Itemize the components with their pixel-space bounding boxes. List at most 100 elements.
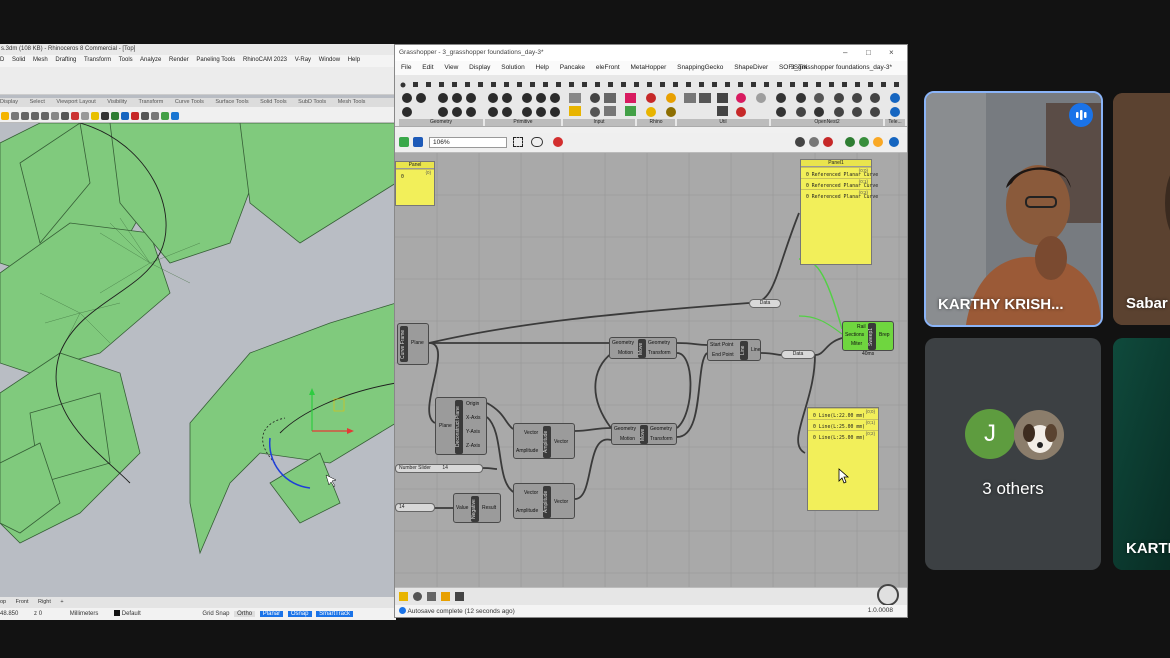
car-icon[interactable] (81, 112, 89, 120)
camera-icon[interactable] (455, 592, 464, 601)
participant-tile-sabar[interactable]: Sabar (1113, 93, 1170, 325)
ribbon-group-opennest2[interactable]: OpenNest2 (771, 119, 883, 126)
input-miter[interactable]: Miter (851, 341, 862, 347)
panel-small[interactable]: Panel {0} 0 (395, 161, 435, 206)
input-plane[interactable]: Plane (439, 423, 452, 429)
planar-toggle[interactable]: Planar (259, 611, 284, 617)
gh-canvas[interactable]: Panel {0} 0 Panel1 {0;0} 0 Referenced Pl… (395, 153, 907, 587)
rhino-menu-item[interactable]: Paneling Tools (196, 57, 235, 63)
rhino-tab[interactable]: Surface Tools (215, 99, 248, 105)
rhino-menu-item[interactable]: V-Ray (295, 57, 311, 63)
pen-icon[interactable] (427, 592, 436, 601)
layer-icon[interactable] (151, 112, 159, 120)
rhino-top-viewport[interactable] (0, 122, 396, 597)
component-amplitude-2[interactable]: Vector Amplitude Amplitude Vector (513, 483, 575, 519)
rhino-tab[interactable]: Mesh Tools (338, 99, 366, 105)
zoom-extents-icon[interactable] (513, 137, 523, 147)
input-amplitude[interactable]: Amplitude (516, 448, 538, 454)
ribbon-group-tele[interactable]: Tele... (885, 119, 905, 126)
input-start-point[interactable]: Start Point (710, 342, 733, 348)
input-motion[interactable]: Motion (618, 350, 633, 356)
rhino-tab[interactable]: Curve Tools (175, 99, 204, 105)
viewport-tab-right[interactable]: Right (38, 599, 51, 605)
status-units[interactable]: Millimeters (70, 611, 99, 617)
smarttrack-toggle[interactable]: SmartTrack (316, 611, 353, 617)
ribbon-group-util[interactable]: Util (677, 119, 769, 126)
gh-menu-item[interactable]: Edit (422, 64, 433, 71)
render-icon[interactable] (71, 112, 79, 120)
close-icon[interactable]: × (889, 48, 894, 57)
preview-selected-icon[interactable] (823, 137, 833, 147)
rhino-tab[interactable]: Viewport Layout (56, 99, 95, 105)
rhino-tab[interactable]: Visibility (107, 99, 127, 105)
rhino-menu-item[interactable]: Mesh (33, 57, 48, 63)
component-sweep1[interactable]: Rail Sections Miter Sweep1 Brep (842, 321, 894, 351)
rotate-view-icon[interactable] (51, 112, 59, 120)
component-move[interactable]: Geometry Motion Move Geometry Transform (609, 337, 677, 359)
material-icon[interactable] (111, 112, 119, 120)
output-z-axis[interactable]: Z-Axis (466, 443, 480, 449)
rhino-menu-item[interactable]: Tools (119, 57, 133, 63)
rhino-tab[interactable]: Transform (138, 99, 163, 105)
viewport-tab-top[interactable]: op (0, 599, 6, 605)
ribbon-group-rhino[interactable]: Rhino (637, 119, 675, 126)
rhino-menu-item[interactable]: Transform (84, 57, 111, 63)
gh-menu-item[interactable]: ShapeDiver (734, 64, 768, 71)
help-icon[interactable] (171, 112, 179, 120)
grid-snap-icon[interactable] (441, 592, 450, 601)
rhino-menu-item[interactable]: RhinoCAM 2023 (243, 57, 287, 63)
ribbon-group-geometry[interactable]: Geometry (399, 119, 483, 126)
rhino-tab[interactable]: Solid Tools (260, 99, 287, 105)
gh-menu-item[interactable]: eleFront (596, 64, 620, 71)
gh-menu-item[interactable]: View (444, 64, 458, 71)
rhino-menu-item[interactable]: Window (319, 57, 340, 63)
input-geometry[interactable]: Geometry (612, 340, 634, 346)
settings-icon[interactable] (141, 112, 149, 120)
component-move-2[interactable]: Geometry Motion Move Geometry Transform (611, 423, 677, 445)
gh-menu-item[interactable]: MetaHopper (631, 64, 667, 71)
input-vector[interactable]: Vector (524, 430, 538, 436)
input-end-point[interactable]: End Point (712, 352, 734, 358)
component-deconstruct-plane[interactable]: Plane Deconstruct Plane Origin X-Axis Y-… (435, 397, 487, 455)
preview-mode-icon[interactable] (795, 137, 805, 147)
output-vector[interactable]: Vector (554, 499, 568, 505)
rhino-menu-item[interactable]: Help (348, 57, 360, 63)
minimize-icon[interactable]: – (843, 48, 847, 57)
output-plane[interactable]: Plane (411, 340, 424, 346)
snap-icon[interactable] (101, 112, 109, 120)
component-curve-frame[interactable]: Curve Frame Plane (397, 323, 429, 365)
gh-menu-item[interactable]: File (401, 64, 411, 71)
input-geometry[interactable]: Geometry (614, 426, 636, 432)
ribbon-group-input[interactable]: Input (563, 119, 635, 126)
navigation-wheel-icon[interactable] (877, 584, 899, 606)
number-slider-2[interactable]: 14 (395, 503, 435, 512)
panel-line-results[interactable]: {0;0} 0 Line(L:22.00 mm) {0;1} 0 Line(L:… (807, 407, 879, 511)
participant-tile-karthy[interactable]: KARTHY KRISH... (924, 91, 1103, 327)
status-layer[interactable]: Default (122, 611, 141, 617)
component-negative[interactable]: Value Negative Result (453, 493, 501, 523)
input-sections[interactable]: Sections (845, 332, 864, 338)
wire-mode-icon[interactable] (809, 137, 819, 147)
grid-icon[interactable] (61, 112, 69, 120)
mesh-quality-icon[interactable] (859, 137, 869, 147)
gh-menu-item[interactable]: Help (536, 64, 549, 71)
gh-menu-item[interactable]: Solution (501, 64, 525, 71)
view-options-icon[interactable] (889, 137, 899, 147)
output-geometry[interactable]: Geometry (650, 426, 672, 432)
slider-value[interactable]: 14 (442, 465, 448, 471)
zoom-window-icon[interactable] (31, 112, 39, 120)
sphere-icon[interactable] (121, 112, 129, 120)
output-brep[interactable]: Brep (879, 332, 890, 338)
input-value[interactable]: Value (456, 505, 468, 511)
sphere-preview-icon[interactable] (413, 592, 422, 601)
output-y-axis[interactable]: Y-Axis (466, 429, 480, 435)
participant-tile-others[interactable]: J 3 others (925, 338, 1101, 570)
panel-referenced-curves[interactable]: Panel1 {0;0} 0 Referenced Planar Curve {… (800, 159, 878, 265)
material-preview-icon[interactable] (873, 137, 883, 147)
output-x-axis[interactable]: X-Axis (466, 415, 480, 421)
participant-tile-karth[interactable]: KARTH (1113, 338, 1170, 570)
rhino-menu-item[interactable]: Render (169, 57, 189, 63)
output-origin[interactable]: Origin (466, 401, 479, 407)
grid-snap-toggle[interactable]: Grid Snap (202, 611, 229, 617)
data-relay-2[interactable]: Data (781, 350, 815, 359)
